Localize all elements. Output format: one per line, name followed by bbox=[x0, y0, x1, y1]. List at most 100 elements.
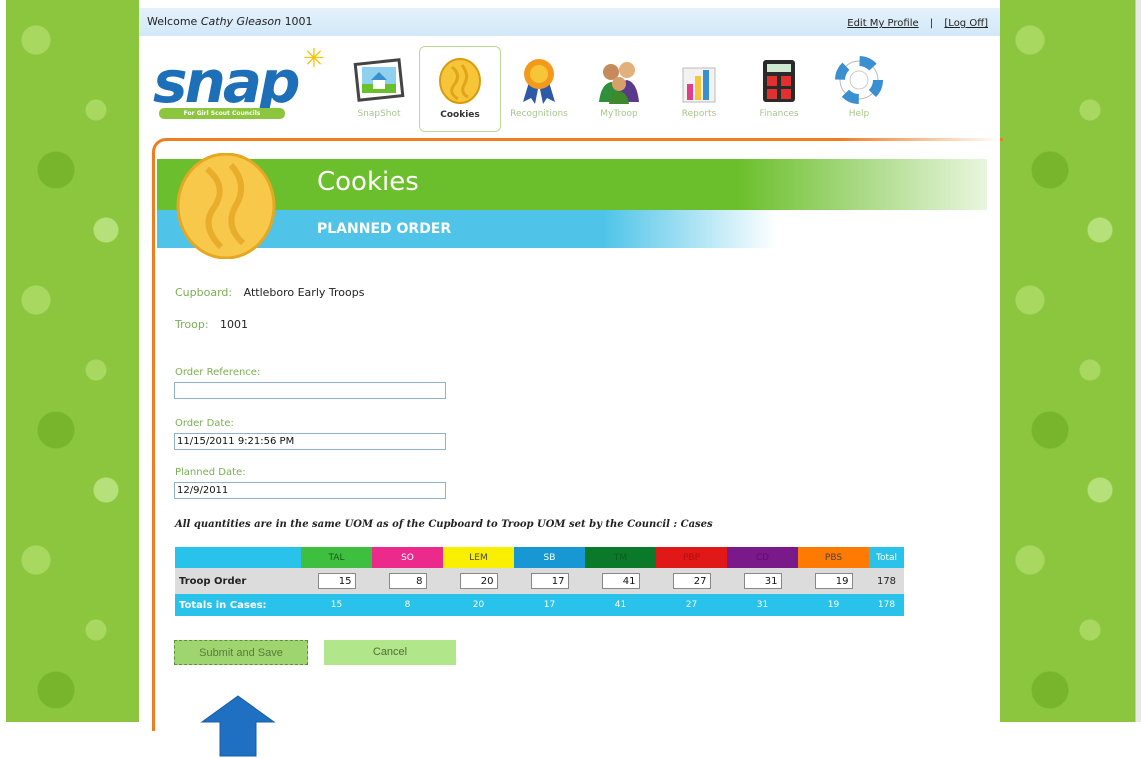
totals-grand-total: 178 bbox=[869, 594, 904, 616]
qty-cell bbox=[727, 568, 798, 594]
award-ribbon-icon bbox=[523, 59, 555, 104]
qty-cell bbox=[301, 568, 372, 594]
qty-input-pbp[interactable] bbox=[672, 573, 711, 589]
edit-profile-link[interactable]: Edit My Profile bbox=[847, 18, 918, 29]
planned-date-input[interactable] bbox=[174, 482, 446, 499]
account-links: Edit My Profile | [Log Off] bbox=[847, 18, 988, 29]
qty-input-pbs[interactable] bbox=[814, 573, 853, 589]
col-header: SO bbox=[372, 547, 443, 568]
nav-label-snapshot: SnapShot bbox=[357, 109, 401, 119]
user-troop-id: 1001 bbox=[284, 15, 313, 28]
troop-people-icon bbox=[599, 62, 639, 104]
order-reference-label: Order Reference: bbox=[175, 367, 261, 378]
nav-item-help[interactable]: Help bbox=[819, 46, 899, 130]
pointer-arrow-icon bbox=[200, 695, 276, 757]
troop-field: Troop: 1001 bbox=[175, 318, 248, 331]
qty-cell bbox=[443, 568, 514, 594]
welcome-text: Welcome Cathy Gleason 1001 bbox=[147, 15, 313, 28]
bar-chart-icon bbox=[682, 67, 716, 103]
nav-label-help: Help bbox=[848, 109, 870, 119]
nav-label-cookies: Cookies bbox=[440, 110, 480, 120]
snap-logo[interactable]: snap ✳ For Girl Scout Councils bbox=[153, 44, 325, 134]
qty-cell bbox=[798, 568, 869, 594]
logo-text: snap bbox=[153, 48, 300, 116]
cupboard-label: Cupboard: bbox=[175, 286, 233, 299]
qty-cell bbox=[372, 568, 443, 594]
order-table: TAL SO LEM SB TM PBP CD PBS Total Troop … bbox=[175, 547, 904, 616]
logo-subtitle: For Girl Scout Councils bbox=[159, 108, 285, 119]
submit-and-save-button[interactable]: Submit and Save bbox=[174, 640, 308, 665]
qty-input-tm[interactable] bbox=[601, 573, 640, 589]
totals-cell: 27 bbox=[656, 594, 727, 616]
qty-input-lem[interactable] bbox=[459, 573, 498, 589]
totals-cell: 17 bbox=[514, 594, 585, 616]
qty-input-sb[interactable] bbox=[530, 573, 569, 589]
order-reference-input[interactable] bbox=[174, 382, 446, 399]
nav-label-recognitions: Recognitions bbox=[510, 109, 568, 119]
col-header: PBP bbox=[656, 547, 727, 568]
page-banner bbox=[157, 159, 987, 210]
qty-cell bbox=[514, 568, 585, 594]
qty-input-tal[interactable] bbox=[317, 573, 356, 589]
link-separator: | bbox=[929, 18, 934, 29]
table-header-row: TAL SO LEM SB TM PBP CD PBS Total bbox=[175, 547, 904, 568]
logo-star-icon: ✳ bbox=[303, 44, 325, 74]
col-header: TM bbox=[585, 547, 656, 568]
user-name: Cathy Gleason bbox=[200, 15, 282, 28]
log-off-link[interactable]: [Log Off] bbox=[944, 18, 988, 29]
troop-order-row: Troop Order 178 bbox=[175, 568, 904, 594]
troop-label: Troop: bbox=[175, 318, 209, 331]
totals-cell: 15 bbox=[301, 594, 372, 616]
totals-cell: 31 bbox=[727, 594, 798, 616]
troop-order-label: Troop Order bbox=[175, 568, 301, 594]
page-subtitle: PLANNED ORDER bbox=[317, 221, 452, 237]
order-date-input[interactable] bbox=[174, 433, 446, 450]
col-header: PBS bbox=[798, 547, 869, 568]
cupboard-value: Attleboro Early Troops bbox=[243, 286, 365, 299]
nav-item-finances[interactable]: Finances bbox=[739, 46, 819, 130]
left-decorative-panel bbox=[6, 0, 139, 722]
planned-date-label: Planned Date: bbox=[175, 467, 246, 478]
frame-fade bbox=[839, 138, 1000, 142]
nav-label-finances: Finances bbox=[759, 109, 799, 119]
order-date-label: Order Date: bbox=[175, 418, 234, 429]
totals-cell: 41 bbox=[585, 594, 656, 616]
nav-label-reports: Reports bbox=[681, 109, 717, 119]
main-content-area: Welcome Cathy Gleason 1001 Edit My Profi… bbox=[139, 0, 1003, 731]
troop-value: 1001 bbox=[220, 318, 249, 331]
totals-cell: 20 bbox=[443, 594, 514, 616]
nav-item-cookies[interactable]: Cookies bbox=[419, 46, 501, 132]
troop-order-total: 178 bbox=[869, 568, 904, 594]
qty-cell bbox=[585, 568, 656, 594]
col-header: CD bbox=[727, 547, 798, 568]
col-header: TAL bbox=[301, 547, 372, 568]
qty-input-so[interactable] bbox=[388, 573, 427, 589]
col-header: SB bbox=[514, 547, 585, 568]
nav-item-recognitions[interactable]: Recognitions bbox=[499, 46, 579, 130]
uom-note: All quantities are in the same UOM as of… bbox=[175, 519, 713, 530]
col-header-total: Total bbox=[869, 547, 904, 568]
totals-label: Totals in Cases: bbox=[175, 594, 301, 616]
nav-item-snapshot[interactable]: SnapShot bbox=[339, 46, 419, 130]
nav-item-mytroop[interactable]: MyTroop bbox=[579, 46, 659, 130]
calculator-icon bbox=[763, 60, 795, 102]
life-preserver-icon bbox=[835, 56, 883, 104]
top-bar: Welcome Cathy Gleason 1001 Edit My Profi… bbox=[139, 8, 1000, 36]
qty-input-cd[interactable] bbox=[743, 573, 782, 589]
right-decorative-panel bbox=[1000, 0, 1135, 722]
totals-cell: 8 bbox=[372, 594, 443, 616]
nav-item-reports[interactable]: Reports bbox=[659, 46, 739, 130]
table-header-blank bbox=[175, 547, 301, 568]
qty-cell bbox=[656, 568, 727, 594]
welcome-prefix: Welcome bbox=[147, 15, 198, 28]
page-scrollbar[interactable] bbox=[1135, 0, 1141, 722]
cookie-banner-icon bbox=[176, 153, 276, 259]
cancel-button[interactable]: Cancel bbox=[324, 640, 456, 665]
totals-cell: 19 bbox=[798, 594, 869, 616]
totals-row: Totals in Cases: 15 8 20 17 41 27 31 19 … bbox=[175, 594, 904, 616]
nav-label-mytroop: MyTroop bbox=[600, 109, 638, 119]
page-title: Cookies bbox=[317, 167, 419, 197]
col-header: LEM bbox=[443, 547, 514, 568]
cupboard-field: Cupboard: Attleboro Early Troops bbox=[175, 286, 364, 299]
cookie-icon bbox=[439, 58, 481, 104]
